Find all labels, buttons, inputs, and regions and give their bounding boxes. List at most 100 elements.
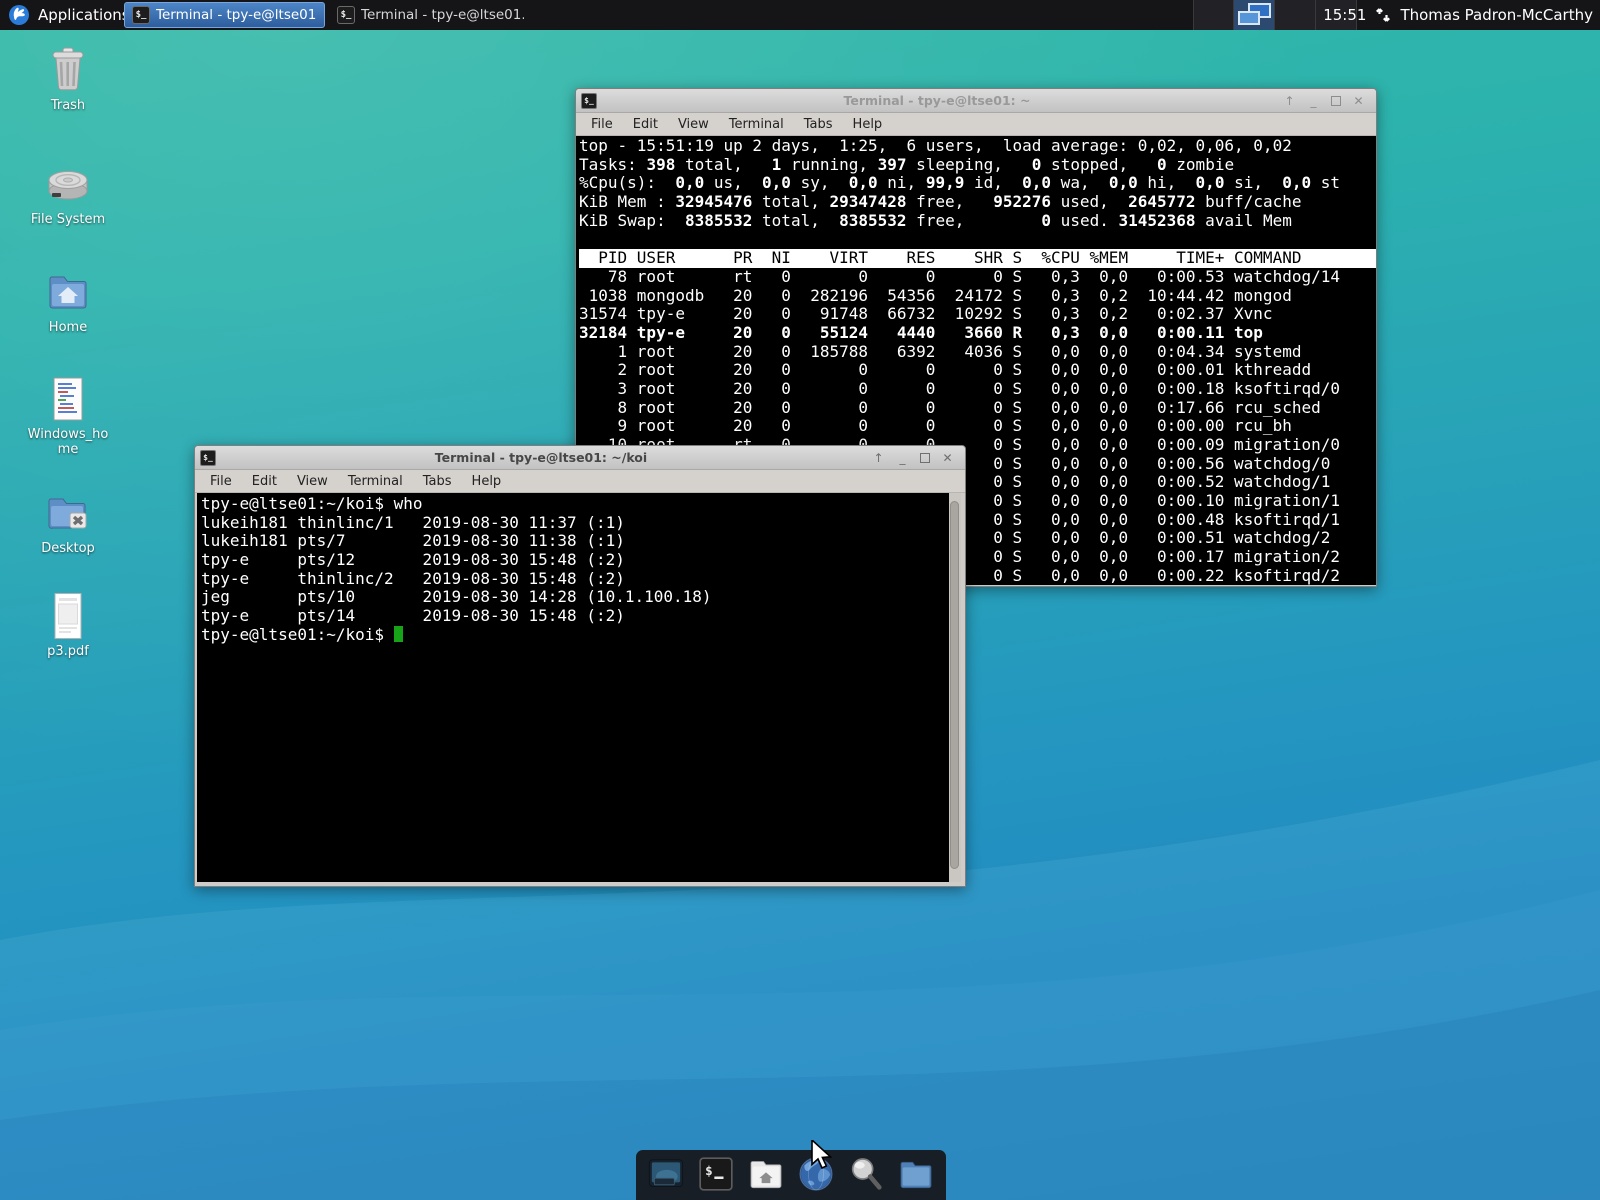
- svg-text:$: $: [705, 1163, 713, 1178]
- terminal-line: KiB Swap: 8385532 total, 8385532 free, 0…: [579, 212, 1376, 231]
- terminal-icon: $_: [337, 6, 355, 24]
- titlebar-koi-terminal[interactable]: $_ Terminal - tpy-e@ltse01: ~/koi ↑ _ ✕: [195, 446, 965, 470]
- process-row: 3 root 20 0 0 0 0 S 0,0 0,0 0:00.18 ksof…: [579, 380, 1376, 399]
- file-manager-launcher[interactable]: [745, 1154, 787, 1196]
- desktop-icon-label: p3.pdf: [22, 644, 114, 659]
- home-folder-icon: [14, 268, 122, 316]
- desktop-icon-label: Home: [22, 320, 114, 335]
- process-row: 2 root 20 0 0 0 0 S 0,0 0,0 0:00.01 kthr…: [579, 361, 1376, 380]
- mouse-cursor: [810, 1140, 838, 1170]
- taskbar-button-2[interactable]: $_ Terminal - tpy-e@ltse01...: [330, 2, 531, 28]
- terminal-line: top - 15:51:19 up 2 days, 1:25, 6 users,…: [579, 137, 1376, 156]
- desktop-icon-label: Windows_home: [22, 427, 114, 457]
- desktop-icon-trash[interactable]: Trash: [14, 46, 122, 113]
- process-row: 78 root rt 0 0 0 0 S 0,3 0,0 0:00.53 wat…: [579, 268, 1376, 287]
- desktop-folder-icon: [14, 489, 122, 537]
- user-menu-button[interactable]: Thomas Padron-McCarthy: [1400, 6, 1593, 24]
- process-row: 32184 tpy-e 20 0 55124 4440 3660 R 0,3 0…: [579, 324, 1376, 343]
- terminal-line: KiB Mem : 32945476 total, 29347428 free,…: [579, 193, 1376, 212]
- terminal-icon: $_: [132, 6, 150, 24]
- maximize-icon[interactable]: [920, 453, 930, 463]
- terminal-line: tpy-e@ltse01:~/koi$ who: [201, 495, 949, 514]
- window-title-top: Terminal - tpy-e@ltse01: ~: [597, 93, 1277, 108]
- workspace-3[interactable]: [1275, 0, 1316, 30]
- process-row: 31574 tpy-e 20 0 91748 66732 10292 S 0,3…: [579, 305, 1376, 324]
- terminal-line: tpy-e pts/12 2019-08-30 15:48 (:2): [201, 551, 949, 570]
- clock: 15:51: [1323, 6, 1366, 24]
- scrollbar[interactable]: [949, 493, 961, 882]
- window-title-koi: Terminal - tpy-e@ltse01: ~/koi: [216, 450, 866, 465]
- menubar-koi-terminal: FileEditViewTerminalTabsHelp: [195, 470, 965, 493]
- terminal-line: [579, 230, 1376, 249]
- shade-icon[interactable]: ↑: [872, 452, 885, 464]
- terminal-line: lukeih181 thinlinc/1 2019-08-30 11:37 (:…: [201, 514, 949, 533]
- menu-item-terminal[interactable]: Terminal: [719, 117, 794, 132]
- window-buttons: $_ Terminal - tpy-e@ltse01... $_ Terminal -…: [124, 2, 531, 28]
- text-file-icon: [14, 375, 122, 423]
- menu-item-view[interactable]: View: [287, 474, 338, 489]
- desktop-icon-p3-pdf[interactable]: p3.pdf: [14, 592, 122, 659]
- menu-item-tabs[interactable]: Tabs: [413, 474, 462, 489]
- close-icon[interactable]: ✕: [941, 452, 954, 464]
- maximize-icon[interactable]: [1331, 96, 1341, 106]
- workspace-1[interactable]: [1193, 0, 1234, 30]
- app-finder-launcher[interactable]: [845, 1154, 887, 1196]
- process-row: 8 root 20 0 0 0 0 S 0,0 0,0 0:17.66 rcu_…: [579, 399, 1376, 418]
- shade-icon[interactable]: ↑: [1283, 95, 1296, 107]
- minimize-icon[interactable]: _: [1307, 95, 1320, 107]
- dock: $: [636, 1150, 946, 1200]
- desktop-icon-windows-home[interactable]: Windows_home: [14, 375, 122, 457]
- terminal-line: Tasks: 398 total, 1 running, 397 sleepin…: [579, 156, 1376, 175]
- prompt-line: tpy-e@ltse01:~/koi$: [201, 626, 949, 645]
- terminal-window-icon: $_: [200, 450, 216, 466]
- scrollbar-thumb[interactable]: [950, 501, 959, 869]
- taskbar-button-label: Terminal - tpy-e@ltse01...: [156, 7, 317, 23]
- menu-item-help[interactable]: Help: [843, 117, 893, 132]
- top-panel: Applications $_ Terminal - tpy-e@ltse01..…: [0, 0, 1600, 30]
- pager-window: [1238, 11, 1260, 25]
- applications-menu-button[interactable]: Applications: [0, 0, 142, 30]
- desktop-icon-home[interactable]: Home: [14, 268, 122, 335]
- menu-item-help[interactable]: Help: [462, 474, 512, 489]
- taskbar-button-1[interactable]: $_ Terminal - tpy-e@ltse01...: [124, 2, 325, 28]
- terminal-cursor: [394, 626, 404, 642]
- applications-icon: [8, 4, 30, 26]
- top-table-header: PID USER PR NI VIRT RES SHR S %CPU %MEM …: [579, 249, 1376, 268]
- menu-item-edit[interactable]: Edit: [623, 117, 668, 132]
- menu-item-file[interactable]: File: [581, 117, 623, 132]
- desktop-icon-desktop[interactable]: Desktop: [14, 489, 122, 556]
- terminal-launcher[interactable]: $: [695, 1154, 737, 1196]
- updown-arrows-icon: [1375, 6, 1391, 24]
- folder-open-icon: [896, 1154, 936, 1198]
- desktop-icon-label: File System: [22, 212, 114, 227]
- process-row: 1 root 20 0 185788 6392 4036 S 0,0 0,0 0…: [579, 343, 1376, 362]
- process-row: 1038 mongodb 20 0 282196 54356 24172 S 0…: [579, 287, 1376, 306]
- show-desktop-icon: [646, 1154, 686, 1198]
- menu-item-tabs[interactable]: Tabs: [794, 117, 843, 132]
- desktop-icon-label: Trash: [22, 98, 114, 113]
- trash-icon: [14, 46, 122, 94]
- terminal-line: tpy-e pts/14 2019-08-30 15:48 (:2): [201, 607, 949, 626]
- pdf-icon: [14, 592, 122, 640]
- desktop-icon-file-system[interactable]: File System: [14, 160, 122, 227]
- menu-item-file[interactable]: File: [200, 474, 242, 489]
- show-desktop-button[interactable]: [645, 1154, 687, 1196]
- terminal-app-icon: $: [696, 1154, 736, 1198]
- close-icon[interactable]: ✕: [1352, 95, 1365, 107]
- menu-item-terminal[interactable]: Terminal: [338, 474, 413, 489]
- menubar-top-terminal: FileEditViewTerminalTabsHelp: [576, 113, 1376, 136]
- menu-item-view[interactable]: View: [668, 117, 719, 132]
- magnifier-icon: [846, 1154, 886, 1198]
- terminal-line: lukeih181 pts/7 2019-08-30 11:38 (:1): [201, 532, 949, 551]
- terminal-line: tpy-e thinlinc/2 2019-08-30 15:48 (:2): [201, 570, 949, 589]
- taskbar-button-label: Terminal - tpy-e@ltse01...: [361, 7, 524, 23]
- desktop: { "panel": { "applications_label": "Appl…: [0, 0, 1600, 1200]
- drive-icon: [14, 160, 122, 208]
- folder-launcher[interactable]: [895, 1154, 937, 1196]
- koi-terminal-output[interactable]: tpy-e@ltse01:~/koi$ wholukeih181 thinlin…: [197, 493, 949, 882]
- workspace-2[interactable]: [1234, 0, 1275, 30]
- titlebar-top-terminal[interactable]: $_ Terminal - tpy-e@ltse01: ~ ↑ _ ✕: [576, 89, 1376, 113]
- minimize-icon[interactable]: _: [896, 452, 909, 464]
- menu-item-edit[interactable]: Edit: [242, 474, 287, 489]
- folder-home-icon: [746, 1154, 786, 1198]
